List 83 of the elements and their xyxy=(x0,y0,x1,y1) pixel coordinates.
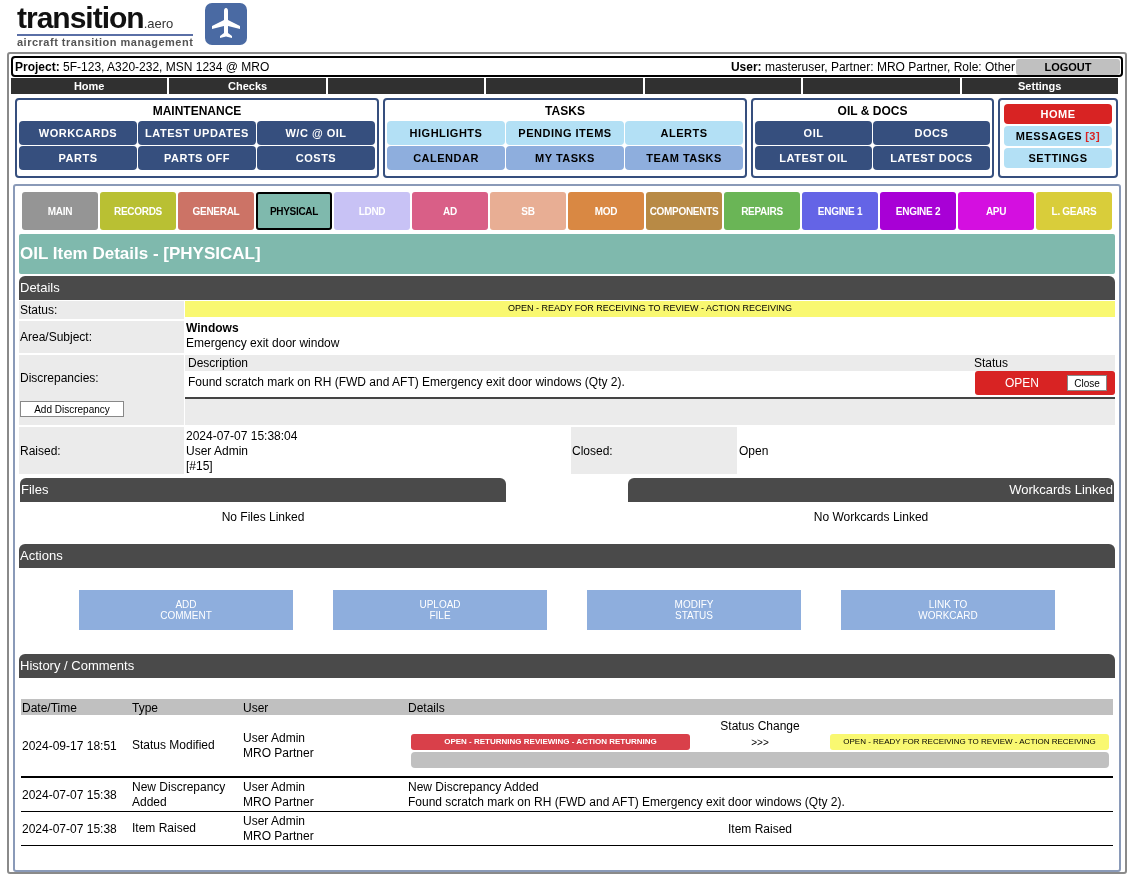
column-header: Type xyxy=(131,700,159,717)
menu-button[interactable]: WORKCARDS xyxy=(19,121,137,145)
status-badge: OPEN - RETURNING REVIEWING - ACTION RETURNING xyxy=(411,734,690,750)
logo-tagline: aircraft transition management xyxy=(17,36,194,50)
menu-button[interactable]: PARTS OFF xyxy=(138,146,256,170)
area-title: Windows xyxy=(186,321,240,336)
tab[interactable]: ENGINE 2 xyxy=(880,192,956,230)
column-header: Status xyxy=(974,355,1010,372)
nav-item[interactable]: Checks xyxy=(169,78,326,94)
table-cell-text: Item Raised xyxy=(131,821,198,836)
status-badge: OPEN - READY FOR RECEIVING TO REVIEW - ACTION RECEIVING xyxy=(185,301,1115,317)
column-header: Description xyxy=(187,355,250,372)
raised-info: User Admin xyxy=(186,444,250,459)
table-cell-text: Status Modified xyxy=(131,738,216,753)
section-header: Workcards Linked xyxy=(628,478,1114,502)
table-cell-text: 2024-07-07 15:38 xyxy=(21,820,118,838)
tab[interactable]: APU xyxy=(958,192,1034,230)
table-cell-text: User Admin MRO Partner xyxy=(242,779,315,810)
menu-button[interactable]: PENDING ITEMS xyxy=(506,121,624,145)
empty-message: No Files Linked xyxy=(221,509,305,526)
closed-value: Open xyxy=(739,442,769,460)
column-header: Details xyxy=(407,700,446,717)
raised-info: 2024-07-07 15:38:04 xyxy=(186,429,299,444)
area-text: Emergency exit door window xyxy=(186,336,341,351)
project-info: Project: 5F-123, A320-232, MSN 1234 @ MRO xyxy=(15,58,270,76)
menu-button[interactable]: MY TASKS xyxy=(506,146,624,170)
add-discrepancy-button[interactable]: Add Discrepancy xyxy=(20,401,124,417)
column-header: Date/Time xyxy=(21,700,78,717)
user-info: User: masteruser, Partner: MRO Partner, Role: Other xyxy=(730,58,1015,76)
menu-button[interactable]: HIGHLIGHTS xyxy=(387,121,505,145)
menu-button[interactable]: W/C @ OIL xyxy=(257,121,375,145)
table-cell-text: 2024-09-17 18:51 xyxy=(21,737,118,755)
discrepancy-description: Found scratch mark on RH (FWD and AFT) Emergency exit door windows (Qty 2). xyxy=(187,374,626,391)
logo-suffix: .aero xyxy=(143,17,174,30)
status-text: OPEN xyxy=(1005,375,1039,392)
detail-text: New Discrepancy Added xyxy=(408,779,540,795)
tab[interactable]: PHYSICAL xyxy=(256,192,332,230)
table-cell-text: User Admin MRO Partner xyxy=(242,813,315,844)
page-title: OIL Item Details - [PHYSICAL] xyxy=(19,234,1115,274)
menu-button[interactable]: HOME xyxy=(1004,104,1112,124)
menu-button[interactable]: OIL xyxy=(755,121,872,145)
close-button[interactable]: Close xyxy=(1067,375,1107,391)
status-badge: OPEN - READY FOR RECEIVING TO REVIEW - ACTION RECEIVING xyxy=(830,734,1109,750)
menu-title: OIL & DOCS xyxy=(836,103,909,120)
menu-button[interactable]: DOCS xyxy=(873,121,990,145)
menu-button[interactable]: LATEST OIL xyxy=(755,146,872,170)
menu-button[interactable]: MESSAGES [3] xyxy=(1004,126,1112,146)
menu-button[interactable]: COSTS xyxy=(257,146,375,170)
field-label: Area/Subject: xyxy=(19,321,184,353)
menu-button[interactable]: LATEST DOCS xyxy=(873,146,990,170)
detail-text: Item Raised xyxy=(728,820,792,838)
arrow-text: >>> xyxy=(751,735,769,750)
menu-button[interactable]: TEAM TASKS xyxy=(625,146,743,170)
tab[interactable]: AD xyxy=(412,192,488,230)
menu-button[interactable]: CALENDAR xyxy=(387,146,505,170)
table-cell-text: New Discrepancy Added xyxy=(131,779,227,810)
section-header: Actions xyxy=(19,544,1115,568)
logo-wordmark: transition xyxy=(17,3,144,33)
field-label: Discrepancies: xyxy=(20,370,100,387)
section-header: History / Comments xyxy=(19,654,1115,678)
tab[interactable]: ENGINE 1 xyxy=(802,192,878,230)
airplane-icon xyxy=(205,3,248,45)
menu-button[interactable]: SETTINGS xyxy=(1004,148,1112,168)
menu-title: MAINTENANCE xyxy=(151,103,243,120)
field-label: Closed: xyxy=(571,427,737,474)
raised-info: [#15] xyxy=(186,459,214,474)
section-header: Details xyxy=(19,276,1115,300)
menu-title: TASKS xyxy=(544,103,586,120)
nav-item[interactable]: Home xyxy=(11,78,168,94)
status-change-title: Status Change xyxy=(719,719,801,734)
empty-message: No Workcards Linked xyxy=(813,509,929,526)
detail-text: Found scratch mark on RH (FWD and AFT) Emergency exit door windows (Qty 2). xyxy=(408,794,846,810)
column-header: User xyxy=(242,700,270,717)
menu-button[interactable]: PARTS xyxy=(19,146,137,170)
menu-button[interactable]: ALERTS xyxy=(625,121,743,145)
logout-button[interactable]: LOGOUT xyxy=(1016,58,1120,75)
field-label: Status: xyxy=(19,301,184,319)
table-cell-text: User Admin MRO Partner xyxy=(242,730,315,761)
section-header: Files xyxy=(20,478,506,502)
table-cell-text: 2024-07-07 15:38 xyxy=(21,786,118,804)
nav-item[interactable]: Settings xyxy=(961,78,1118,94)
menu-button[interactable]: LATEST UPDATES xyxy=(138,121,256,145)
field-label: Raised: xyxy=(19,427,184,474)
